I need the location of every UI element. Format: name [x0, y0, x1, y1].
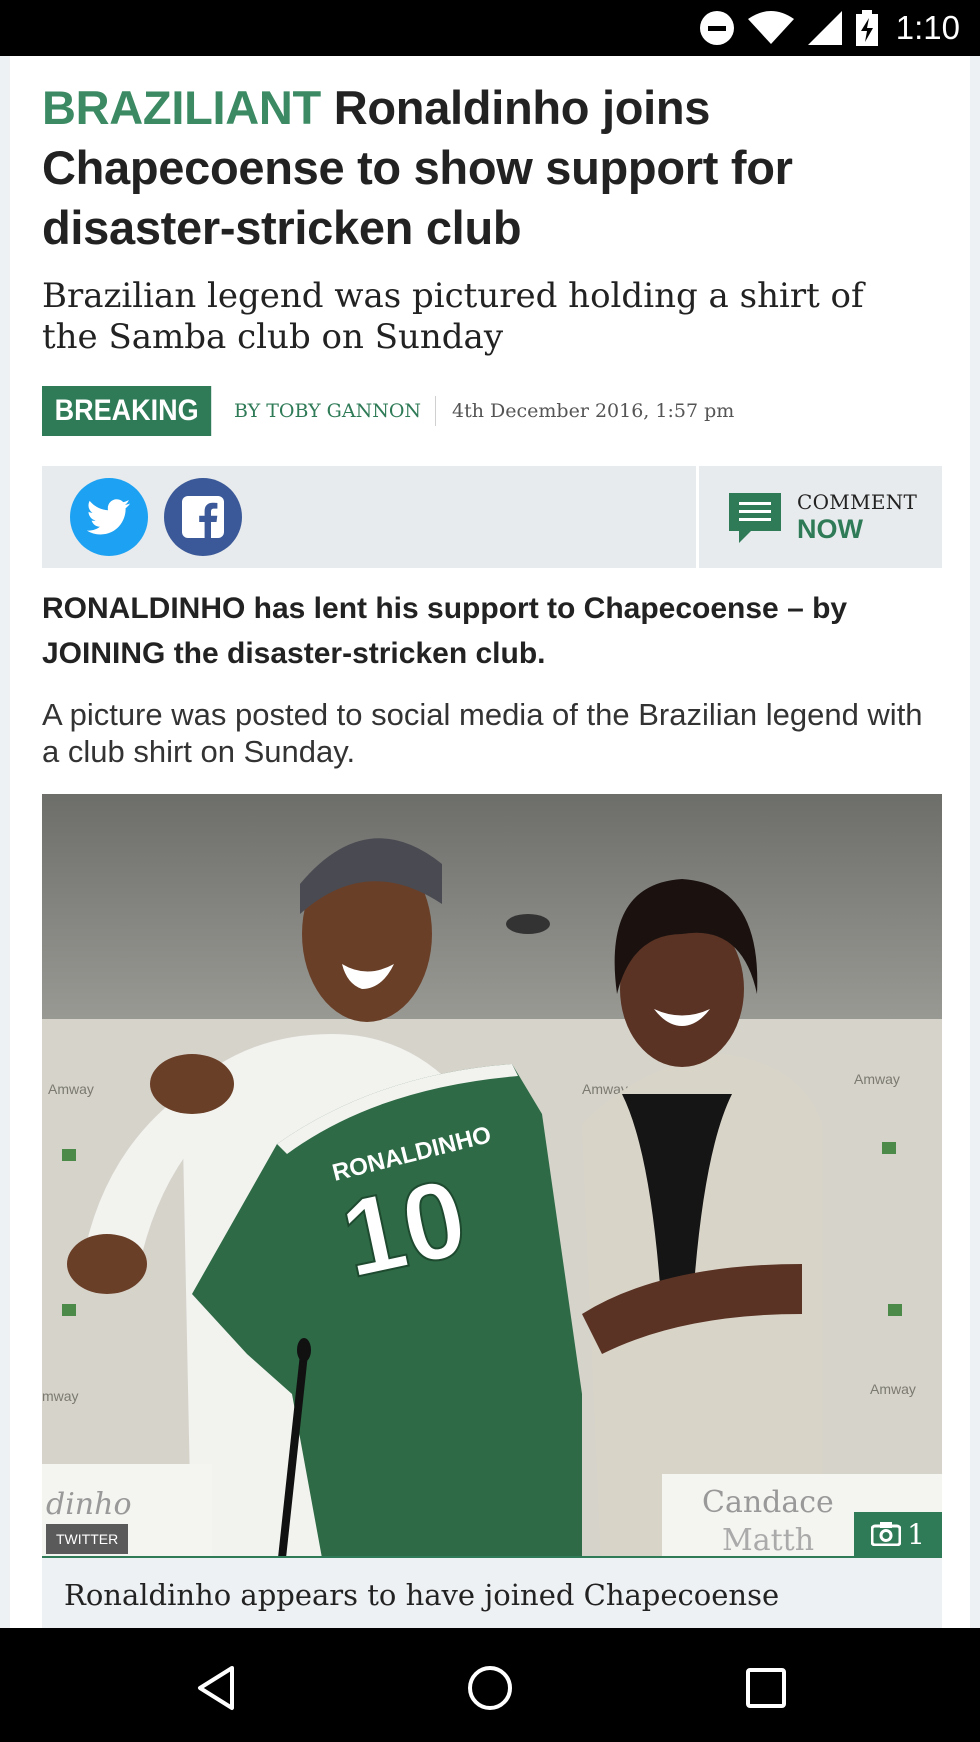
svg-text:Matth: Matth [722, 1523, 814, 1558]
breaking-badge[interactable]: BREAKING [42, 386, 212, 436]
svg-text:dinho: dinho [46, 1487, 132, 1522]
status-icons: 1:10 [699, 8, 960, 48]
article-photo[interactable]: Amway Amway Amway Amway mway RONALDINHO … [42, 794, 942, 1558]
timestamp: 4th December 2016, 1:57 pm [452, 400, 735, 422]
clock: 1:10 [895, 9, 960, 46]
share-bar: COMMENT NOW [42, 466, 942, 568]
byline: BREAKING BY TOBY GANNON 4th December 201… [42, 386, 734, 436]
headline-kicker: BRAZILIANT [42, 81, 321, 134]
cell-signal-icon [807, 11, 842, 45]
back-button[interactable] [186, 1658, 246, 1718]
subheadline: Brazilian legend was pictured holding a … [42, 276, 864, 357]
home-button[interactable] [460, 1658, 520, 1718]
twitter-share-button[interactable] [70, 478, 148, 556]
recents-icon [746, 1668, 786, 1708]
comment-icon [729, 493, 781, 543]
photo-caption-box: Ronaldinho appears to have joined Chapec… [42, 1558, 942, 1628]
navigation-bar [0, 1628, 980, 1742]
comment-label: COMMENT [797, 490, 918, 514]
facebook-icon [182, 496, 224, 538]
article-page[interactable]: BRAZILIANT Ronaldinho joins Chapecoense … [0, 56, 980, 1628]
svg-text:Amway: Amway [48, 1081, 94, 1097]
body-paragraph: A picture was posted to social media of … [42, 697, 923, 769]
lead-paragraph: RONALDINHO has lent his support to Chape… [42, 592, 848, 670]
facebook-share-button[interactable] [164, 478, 242, 556]
back-icon [198, 1666, 234, 1710]
home-icon [468, 1666, 512, 1710]
svg-text:Candace: Candace [702, 1485, 834, 1520]
headline: BRAZILIANT Ronaldinho joins Chapecoense … [42, 78, 922, 258]
do-not-disturb-icon [699, 11, 734, 45]
recents-button[interactable] [736, 1658, 796, 1718]
gallery-count: 1 [907, 1517, 925, 1551]
wifi-icon [747, 11, 794, 45]
svg-text:Amway: Amway [870, 1381, 916, 1397]
battery-charging-icon [855, 10, 878, 46]
gallery-count-button[interactable]: 1 [854, 1512, 942, 1556]
status-bar: 1:10 [0, 0, 980, 56]
share-divider [696, 466, 699, 568]
svg-text:mway: mway [42, 1388, 79, 1404]
photo-caption: Ronaldinho appears to have joined Chapec… [64, 1578, 780, 1612]
comment-now-label: NOW [797, 514, 863, 544]
author-link[interactable]: BY TOBY GANNON [234, 396, 437, 426]
comment-now-button[interactable]: COMMENT NOW [727, 486, 927, 550]
camera-icon [871, 1522, 902, 1546]
twitter-icon [87, 499, 130, 535]
photo-source-tag: TWITTER [46, 1524, 129, 1554]
svg-text:10: 10 [331, 1155, 476, 1301]
photo-image: Amway Amway Amway Amway mway RONALDINHO … [42, 794, 942, 1558]
svg-text:Amway: Amway [854, 1071, 900, 1087]
